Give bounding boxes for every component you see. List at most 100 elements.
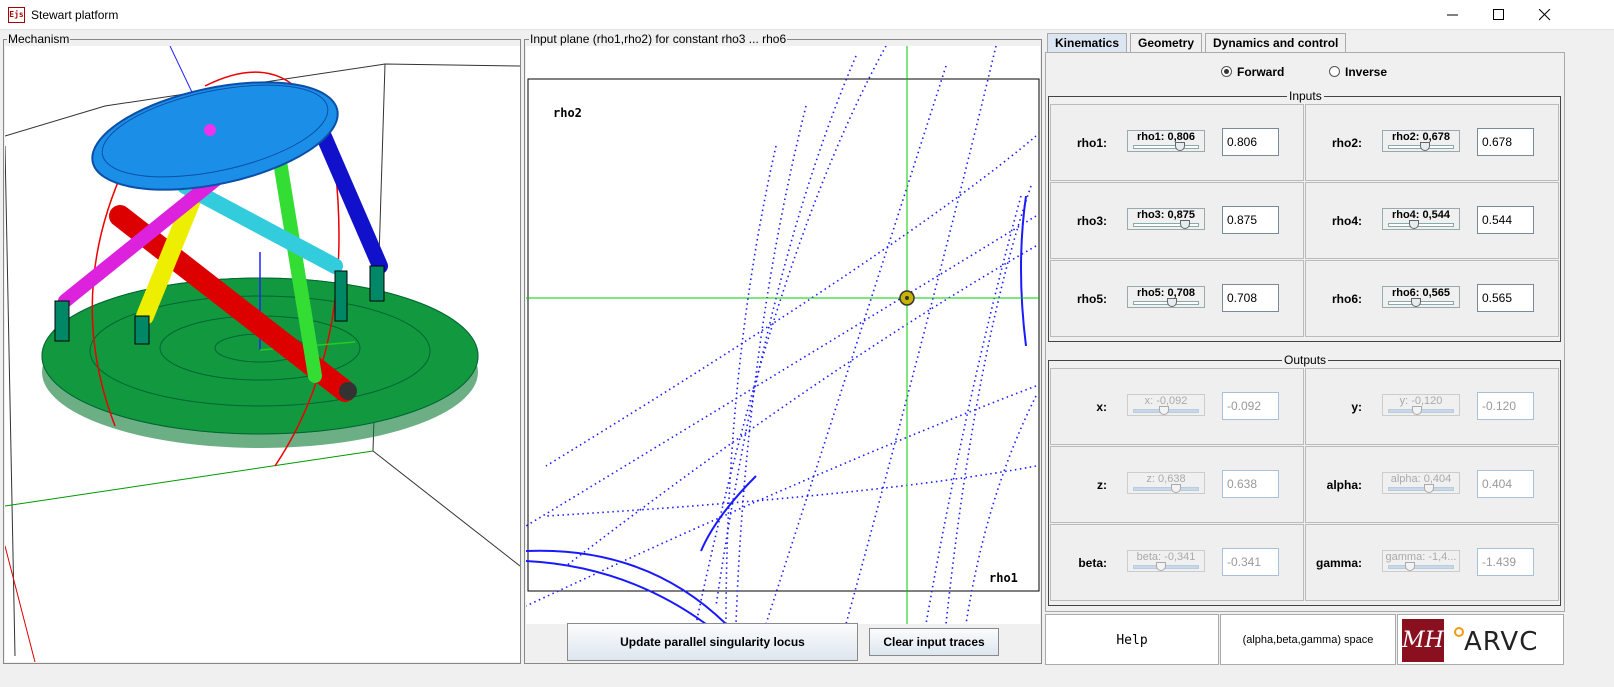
arvc-logo: ARVC — [1464, 627, 1539, 657]
forward-radio[interactable]: Forward — [1221, 65, 1284, 79]
slider-thumb[interactable] — [1411, 298, 1421, 307]
inputs-value-field[interactable]: 0.806 — [1222, 128, 1279, 156]
inputs-cell: rho4: rho4: 0,544 0.544 — [1305, 182, 1559, 259]
outputs-cell: beta: beta: -0,341 -0.341 — [1050, 524, 1304, 601]
slider-value-text: alpha: 0,404 — [1390, 473, 1452, 485]
outputs-slider: beta: -0,341 — [1127, 550, 1205, 572]
inputs-cell: rho6: rho6: 0,565 0.565 — [1305, 260, 1559, 337]
close-button[interactable] — [1522, 0, 1568, 30]
inputs-slider[interactable]: rho5: 0,708 — [1127, 286, 1205, 308]
slider-value-text: rho4: 0,544 — [1391, 209, 1451, 221]
slider-thumb — [1424, 484, 1435, 493]
slider-thumb — [1405, 562, 1415, 571]
slider-track — [1388, 301, 1454, 305]
inputs-value-field[interactable]: 0.565 — [1477, 284, 1534, 312]
slider-thumb — [1156, 562, 1166, 571]
tab-kinematics[interactable]: Kinematics — [1047, 33, 1128, 52]
outputs-cell: z: z: 0,638 0.638 — [1050, 446, 1304, 523]
slider-value-text: z: 0,638 — [1146, 473, 1186, 485]
title-bar: Ejs Stewart platform — [0, 0, 1614, 30]
slider-track — [1133, 487, 1199, 491]
inputs-title: Inputs — [1287, 89, 1324, 103]
mechanism-label: Mechanism — [7, 32, 71, 46]
slider-track — [1388, 487, 1454, 491]
inverse-label: Inverse — [1345, 65, 1388, 79]
outputs-value-field: 0.404 — [1477, 470, 1534, 498]
mechanism-3d-view[interactable] — [5, 46, 520, 662]
minimize-button[interactable] — [1430, 0, 1476, 30]
slider-track — [1388, 565, 1454, 569]
outputs-value-field: 0.638 — [1222, 470, 1279, 498]
slider-thumb[interactable] — [1166, 298, 1177, 307]
outputs-label: gamma: — [1315, 556, 1362, 570]
slider-thumb[interactable] — [1175, 142, 1186, 151]
clear-traces-button[interactable]: Clear input traces — [869, 628, 999, 656]
inverse-radio[interactable]: Inverse — [1329, 65, 1387, 79]
inputs-cell: rho1: rho1: 0,806 0.806 — [1050, 104, 1304, 181]
inputs-value-field[interactable]: 0.708 — [1222, 284, 1279, 312]
inputs-slider[interactable]: rho4: 0,544 — [1382, 208, 1460, 230]
slider-thumb[interactable] — [1408, 220, 1419, 229]
radio-selected-icon — [1221, 66, 1232, 77]
slider-thumb — [1159, 406, 1169, 415]
outputs-value-field: -0.341 — [1222, 548, 1279, 576]
inputs-label: rho6: — [1332, 292, 1362, 306]
help-button[interactable]: Help — [1045, 614, 1219, 665]
inputs-value-field[interactable]: 0.544 — [1477, 206, 1534, 234]
slider-value-text: rho1: 0,806 — [1136, 131, 1196, 143]
inputs-slider[interactable]: rho6: 0,565 — [1382, 286, 1460, 308]
tab-geometry[interactable]: Geometry — [1130, 33, 1203, 52]
inputs-slider[interactable]: rho2: 0,678 — [1382, 130, 1460, 152]
tab-dynamics-control[interactable]: Dynamics and control — [1205, 33, 1347, 52]
outputs-value-field: -1.439 — [1477, 548, 1534, 576]
outputs-cell: y: y: -0,120 -0.120 — [1305, 368, 1559, 445]
outputs-label: alpha: — [1326, 478, 1362, 492]
inputs-slider[interactable]: rho1: 0,806 — [1127, 130, 1205, 152]
outputs-slider: y: -0,120 — [1382, 394, 1460, 416]
slider-value-text: gamma: -1,4... — [1385, 551, 1457, 563]
plot-xlabel: rho1 — [989, 571, 1018, 585]
outputs-value-field: -0.120 — [1477, 392, 1534, 420]
inputs-value-field[interactable]: 0.678 — [1477, 128, 1534, 156]
maximize-icon — [1493, 9, 1504, 20]
inputs-label: rho2: — [1332, 136, 1362, 150]
logos: MH ARVC — [1397, 614, 1564, 665]
app-icon: Ejs — [8, 7, 25, 23]
input-plane-plot[interactable] — [526, 46, 1040, 624]
outputs-label: x: — [1096, 400, 1107, 414]
slider-track — [1133, 565, 1199, 569]
inputs-label: rho1: — [1077, 136, 1107, 150]
input-plane-label: Input plane (rho1,rho2) for constant rho… — [529, 32, 788, 46]
inputs-label: rho5: — [1077, 292, 1107, 306]
outputs-label: y: — [1351, 400, 1362, 414]
slider-track — [1388, 223, 1454, 227]
window-title: Stewart platform — [31, 8, 119, 22]
slider-thumb — [1171, 484, 1181, 493]
inputs-label: rho4: — [1332, 214, 1362, 228]
maximize-button[interactable] — [1476, 0, 1522, 30]
outputs-cell: gamma: gamma: -1,4... -1.439 — [1305, 524, 1559, 601]
outputs-slider: alpha: 0,404 — [1382, 472, 1460, 494]
inputs-slider[interactable]: rho3: 0,875 — [1127, 208, 1205, 230]
inputs-cell: rho3: rho3: 0,875 0.875 — [1050, 182, 1304, 259]
slider-thumb[interactable] — [1180, 220, 1190, 229]
slider-thumb[interactable] — [1420, 142, 1430, 151]
update-locus-button[interactable]: Update parallel singularity locus — [567, 623, 858, 661]
inputs-value-field[interactable]: 0.875 — [1222, 206, 1279, 234]
inputs-cell: rho5: rho5: 0,708 0.708 — [1050, 260, 1304, 337]
outputs-slider: z: 0,638 — [1127, 472, 1205, 494]
outputs-cell: x: x: -0,092 -0.092 — [1050, 368, 1304, 445]
slider-value-text: beta: -0,341 — [1136, 551, 1196, 563]
outputs-cell: alpha: alpha: 0,404 0.404 — [1305, 446, 1559, 523]
radio-unselected-icon — [1329, 66, 1340, 77]
outputs-label: z: — [1097, 478, 1107, 492]
outputs-slider: x: -0,092 — [1127, 394, 1205, 416]
mh-logo: MH — [1402, 619, 1444, 662]
inputs-cell: rho2: rho2: 0,678 0.678 — [1305, 104, 1559, 181]
outputs-title: Outputs — [1282, 353, 1329, 367]
slider-value-text: rho6: 0,565 — [1391, 287, 1451, 299]
space-button[interactable]: (alpha,beta,gamma) space — [1220, 614, 1396, 665]
slider-track — [1133, 145, 1199, 149]
slider-thumb — [1412, 406, 1423, 415]
slider-value-text: rho3: 0,875 — [1136, 209, 1196, 221]
